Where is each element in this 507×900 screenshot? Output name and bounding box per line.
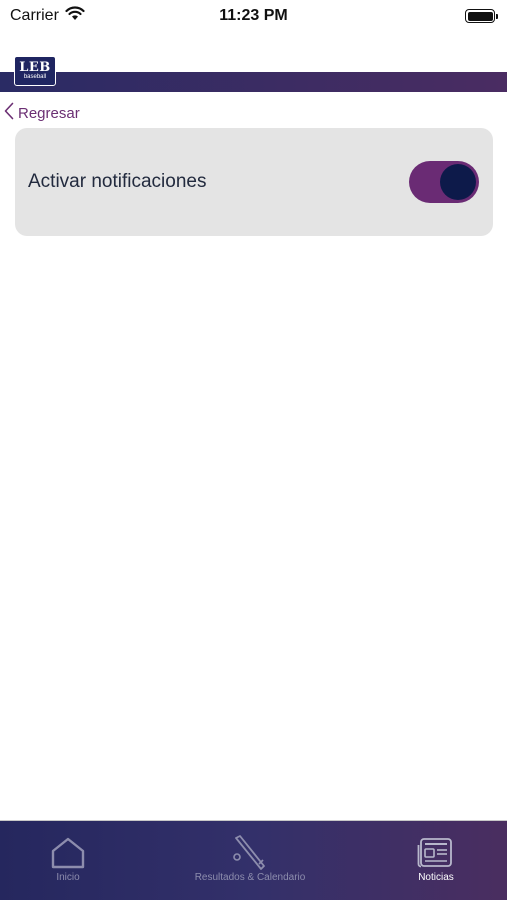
toggle-knob <box>440 164 476 200</box>
notifications-label: Activar notificaciones <box>28 171 207 192</box>
tab-inicio-label: Inicio <box>56 872 80 883</box>
tab-noticias[interactable]: Noticias <box>400 821 472 900</box>
home-icon <box>50 835 86 871</box>
tab-noticias-label: Noticias <box>418 872 454 883</box>
screen: Carrier 11:23 PM LEB baseball Regresar A… <box>0 0 507 900</box>
battery-icon <box>465 9 498 23</box>
back-button[interactable]: Regresar <box>4 102 80 124</box>
baseball-bat-icon <box>230 835 270 871</box>
back-label: Regresar <box>18 104 80 122</box>
wifi-icon <box>65 6 85 26</box>
tab-resultados-label: Resultados & Calendario <box>194 872 306 883</box>
leb-logo: LEB baseball <box>14 56 56 86</box>
logo-main-text: LEB <box>19 60 51 75</box>
carrier-label: Carrier <box>10 7 59 24</box>
header-bar <box>0 72 507 92</box>
app-header: LEB baseball <box>0 52 507 94</box>
tab-bar: Inicio Resultados & Calendario Noticias <box>0 820 507 900</box>
chevron-left-icon <box>4 102 14 124</box>
tab-resultados-calendario[interactable]: Resultados & Calendario <box>168 821 332 900</box>
status-left: Carrier <box>10 6 85 26</box>
status-bar: Carrier 11:23 PM <box>0 0 507 32</box>
notifications-setting-card: Activar notificaciones <box>15 128 493 236</box>
logo-sub-text: baseball <box>23 74 47 80</box>
notifications-toggle[interactable] <box>409 161 479 203</box>
newspaper-icon <box>417 835 455 871</box>
tab-inicio[interactable]: Inicio <box>33 821 103 900</box>
